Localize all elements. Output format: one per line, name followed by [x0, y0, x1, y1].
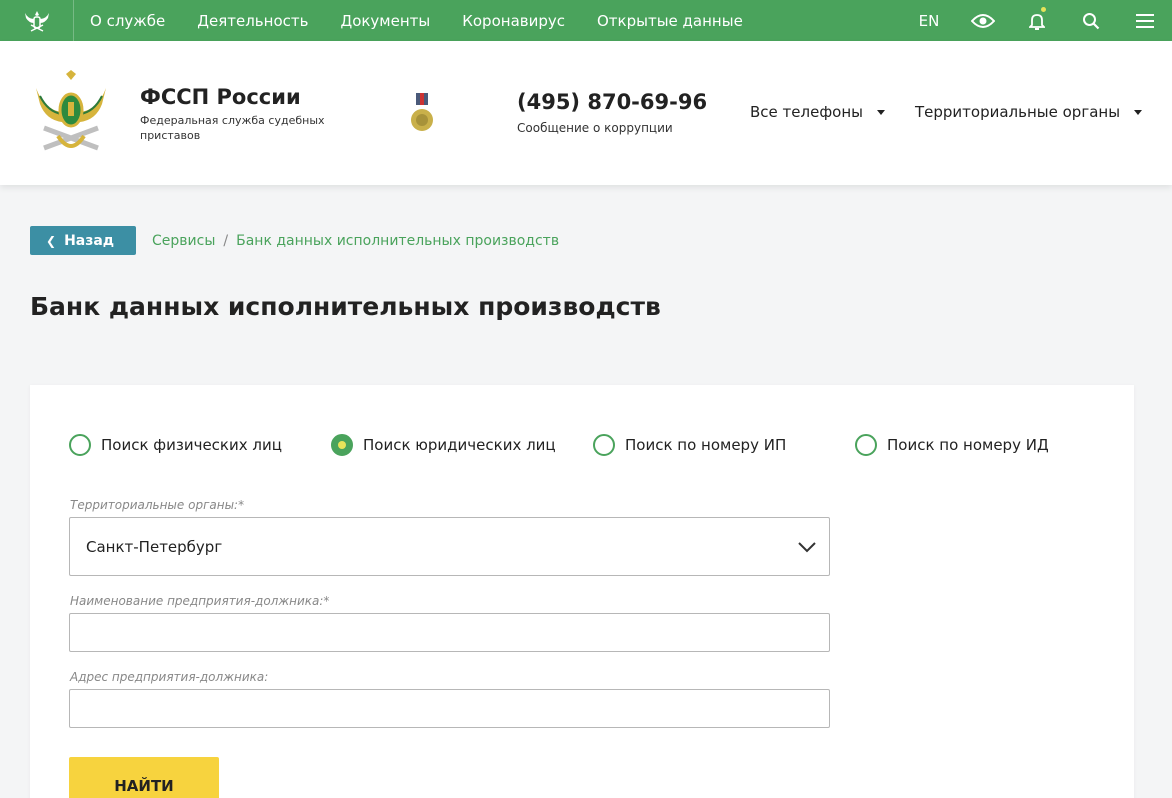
radio-button[interactable]	[69, 434, 91, 456]
debtor-name-input[interactable]	[69, 613, 830, 652]
radio-search-by-ip-number[interactable]: Поиск по номеру ИП	[593, 434, 786, 456]
radio-label: Поиск юридических лиц	[363, 436, 556, 454]
top-navigation-bar: О службе Деятельность Документы Коронави…	[0, 0, 1172, 41]
radio-search-legal-entities[interactable]: Поиск юридических лиц	[331, 434, 556, 456]
nav-item-open-data[interactable]: Открытые данные	[597, 12, 743, 30]
find-button[interactable]: НАЙТИ	[69, 757, 219, 798]
nav-item-activity[interactable]: Деятельность	[197, 12, 308, 30]
all-phones-dropdown[interactable]: Все телефоны	[750, 103, 885, 121]
debtor-address-input[interactable]	[69, 689, 830, 728]
nav-item-about[interactable]: О службе	[90, 12, 165, 30]
site-header: ФССП России Федеральная служба судебных …	[0, 41, 1172, 185]
territorial-bodies-dropdown[interactable]: Территориальные органы	[915, 103, 1143, 121]
radio-label: Поиск физических лиц	[101, 436, 282, 454]
nav-item-coronavirus[interactable]: Коронавирус	[462, 12, 565, 30]
breadcrumb: Сервисы / Банк данных исполнительных произ…	[152, 233, 559, 249]
medal-icon	[410, 93, 434, 133]
region-select-value: Санкт-Петербург	[86, 537, 223, 556]
bell-icon[interactable]	[1010, 0, 1064, 41]
radio-search-individuals[interactable]: Поиск физических лиц	[69, 434, 282, 456]
radio-button[interactable]	[855, 434, 877, 456]
back-button[interactable]: ❮ Назад	[30, 226, 136, 255]
org-subtitle: Федеральная служба судебных приставов	[140, 114, 325, 142]
chevron-left-icon: ❮	[46, 233, 57, 248]
org-name: ФССП России	[140, 85, 301, 109]
breadcrumb-item-current[interactable]: Банк данных исполнительных производств	[236, 233, 559, 249]
breadcrumb-separator: /	[223, 233, 229, 249]
breadcrumb-item-services[interactable]: Сервисы	[152, 233, 215, 249]
region-select[interactable]: Санкт-Петербург	[69, 517, 830, 576]
chevron-down-icon	[797, 538, 817, 557]
caret-down-icon	[1134, 109, 1143, 115]
hotline-caption: Сообщение о коррупции	[517, 121, 673, 135]
debtor-address-field-label: Адрес предприятия-должника:	[70, 670, 269, 684]
page-title: Банк данных исполнительных производств	[30, 292, 661, 321]
fssp-emblem-logo[interactable]	[34, 70, 108, 156]
region-field-label: Территориальные органы:*	[70, 498, 245, 512]
all-phones-label: Все телефоны	[750, 103, 863, 121]
territorial-bodies-label: Территориальные органы	[915, 103, 1121, 121]
debtor-name-field-label: Наименование предприятия-должника:*	[70, 594, 330, 608]
radio-label: Поиск по номеру ИД	[887, 436, 1049, 454]
hotline-phone[interactable]: (495) 870-69-96	[517, 90, 707, 114]
radio-button[interactable]	[593, 434, 615, 456]
caret-down-icon	[876, 109, 885, 115]
search-icon[interactable]	[1064, 0, 1118, 41]
radio-button-selected[interactable]	[331, 434, 353, 456]
notification-dot	[1041, 7, 1046, 12]
eye-icon[interactable]	[956, 0, 1010, 41]
eagle-emblem-icon[interactable]	[0, 0, 74, 41]
language-switch[interactable]: EN	[902, 12, 956, 30]
back-button-label: Назад	[64, 232, 115, 249]
radio-search-by-id-number[interactable]: Поиск по номеру ИД	[855, 434, 1049, 456]
radio-label: Поиск по номеру ИП	[625, 436, 787, 454]
nav-item-documents[interactable]: Документы	[340, 12, 430, 30]
menu-icon[interactable]	[1118, 0, 1172, 41]
